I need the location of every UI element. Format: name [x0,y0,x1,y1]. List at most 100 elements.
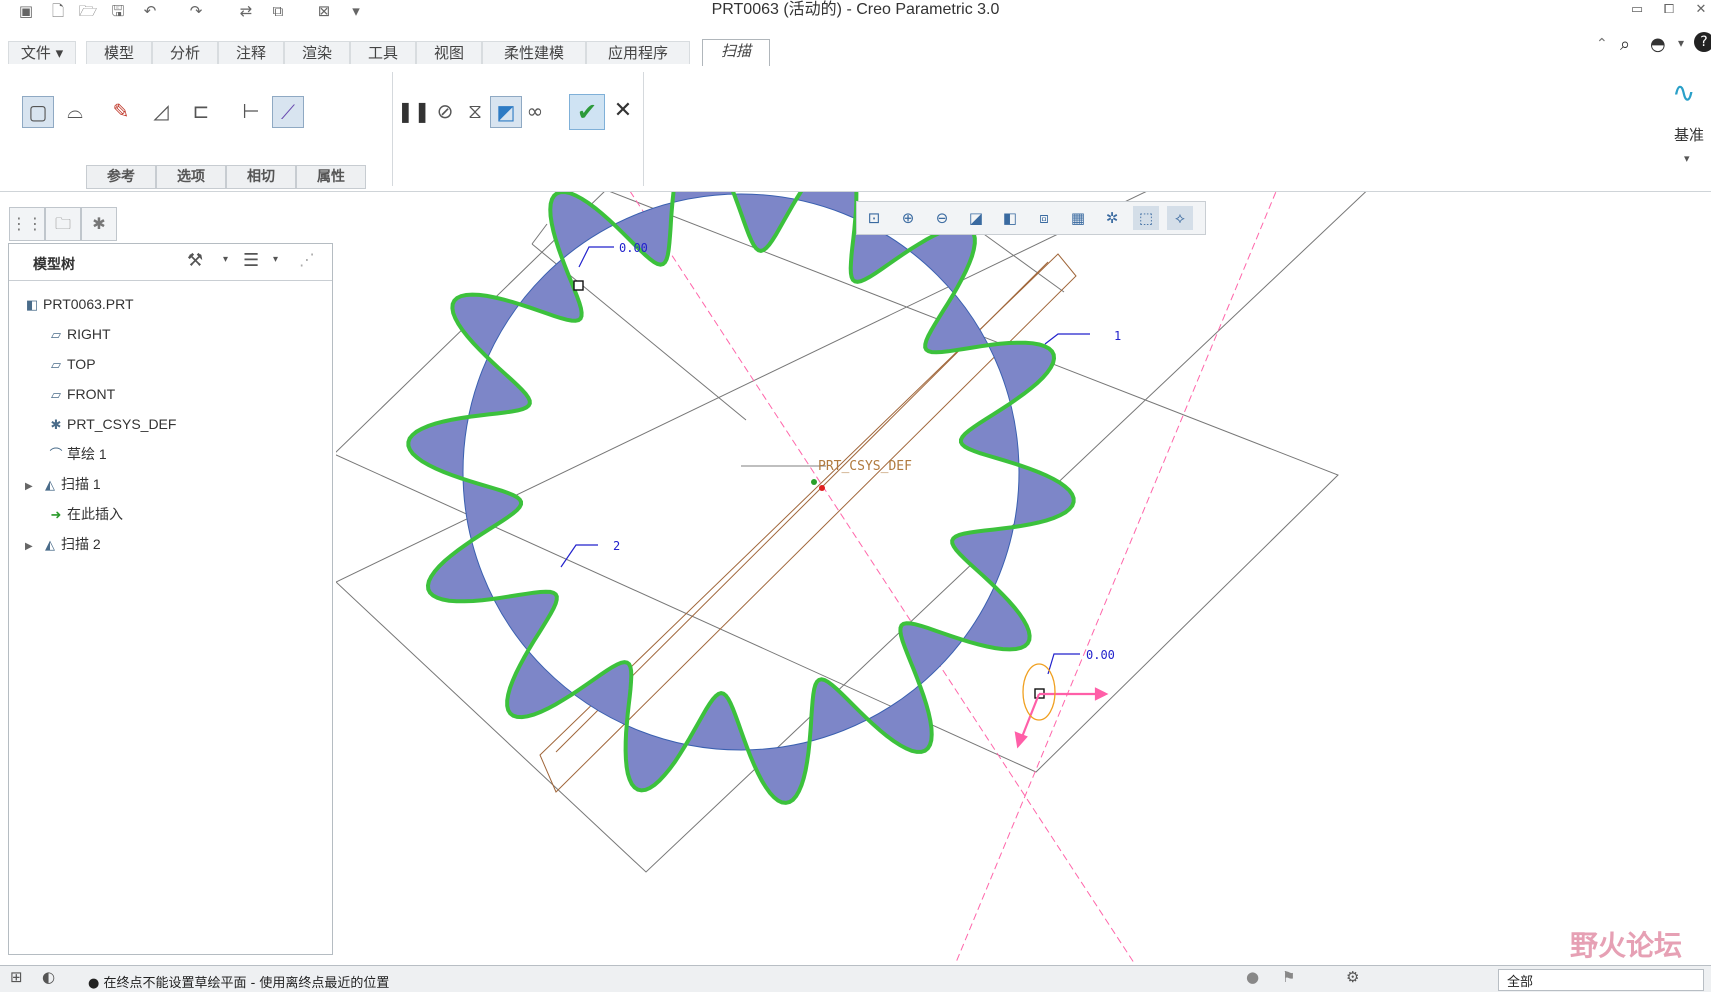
tab-analysis[interactable]: 分析 [152,41,218,64]
datum-planes [333,181,1378,873]
selection-filter[interactable]: 全部 [1498,969,1704,991]
subtab-properties[interactable]: 属性 [296,165,366,189]
community-icon[interactable]: ◓ [1650,34,1666,55]
trajectory-1-label: 1 [1114,329,1121,343]
status-bar: ⊞ ◐ ● 在终点不能设置草绘平面 - 使用离终点最近的位置 ● ⚑ ⚙ 全部 [0,965,1711,992]
show-icon[interactable]: ☰ [243,250,259,271]
remove-material-icon[interactable]: ◿ [146,96,176,126]
preview-geometry-icon[interactable]: ◩ [490,96,522,128]
tab-render[interactable]: 渲染 [284,41,350,64]
browser-icon[interactable]: ◐ [42,968,55,986]
tree-item-sweep-1[interactable]: ▶ ◭ 扫描 1 [25,471,101,497]
tree-item-part[interactable]: ◧ PRT0063.PRT [21,291,134,317]
tree-item-top[interactable]: ▱ TOP [45,351,96,377]
regen-status-icon[interactable]: ⚙ [1346,968,1359,986]
repaint-icon[interactable]: ◪ [963,206,989,230]
flag-icon[interactable]: ⚑ [1282,968,1295,986]
tab-tools[interactable]: 工具 [350,41,416,64]
expand-icon[interactable]: ▶ [25,474,39,500]
tab-sweep[interactable]: 扫描 [702,39,770,67]
tab-applications[interactable]: 应用程序 [586,41,690,64]
datum-display-icon[interactable]: ✲ [1099,206,1125,230]
zoom-out-icon[interactable]: ⊖ [929,206,955,230]
window-title: PRT0063 (活动的) - Creo Parametric 3.0 [711,1,1000,18]
refit-icon[interactable]: ⊡ [861,206,887,230]
model-view[interactable]: PRT_CSYS_DEF 0.00 0.00 1 2 [333,139,1711,973]
tree-item-sketch[interactable]: ⌒ 草绘 1 [45,441,106,467]
graphics-window[interactable]: PRT_CSYS_DEF 0.00 0.00 1 2 [333,139,1711,973]
display-style-icon[interactable]: ◧ [997,206,1023,230]
tree-item-insert-here[interactable]: ➜ 在此插入 [45,501,123,527]
sweep-icon: ◭ [45,537,55,552]
datum-group-label[interactable]: 基准 [1674,124,1704,145]
model-tree-tab[interactable]: ⋮⋮ [9,207,45,241]
csys-marker [741,465,826,491]
variable-section-icon[interactable]: ⟋ [272,96,304,128]
search-icon[interactable]: ⌕ [1620,34,1630,55]
pause-icon[interactable]: ❚❚ [397,96,431,126]
direction-arrows[interactable] [1014,687,1109,749]
help-icon[interactable]: ? [1694,32,1711,52]
saved-orientations-icon[interactable]: ⧈ [1031,206,1057,230]
verify-icon[interactable]: ∞ [520,96,550,126]
no-preview-icon[interactable]: ⊘ [430,96,460,126]
minimize-ribbon-icon[interactable]: ⌃ [1596,36,1608,52]
favorites-tab[interactable]: ✱ [81,207,117,241]
watermark: 野火论坛 [1570,929,1683,962]
subtab-tangency[interactable]: 相切 [226,165,296,189]
datum-menu-icon[interactable]: ▾ [1684,152,1690,165]
expand-icon[interactable]: ▶ [25,534,39,560]
ok-button[interactable]: ✔ [569,94,605,130]
divider [9,280,332,281]
sweep-icon: ◭ [45,477,55,492]
solid-icon[interactable]: ▢ [22,96,54,128]
constant-section-icon[interactable]: ⊢ [236,96,266,126]
settings-menu-icon[interactable]: ▾ [223,254,228,265]
restore-icon[interactable]: ⧠ [1656,0,1682,20]
tree-item-right[interactable]: ▱ RIGHT [45,321,111,347]
zoom-in-icon[interactable]: ⊕ [895,206,921,230]
model-tree-panel: 模型树 ⚒ ▾ ☰ ▾ ⋰ ◧ PRT0063.PRT ▱ RIGHT ▱ TOP ▱… [8,243,333,955]
datum-curve-icon[interactable]: ∿ [1672,76,1695,109]
tab-flexible-modeling[interactable]: 柔性建模 [482,41,586,64]
subtab-references[interactable]: 参考 [86,165,156,189]
preview-icon[interactable]: ⧖ [460,96,490,126]
divider [392,72,393,186]
status-message: ● 在终点不能设置草绘平面 - 使用离终点最近的位置 [88,976,390,991]
tab-file[interactable]: 文件 ▾ [8,41,76,64]
subtab-options[interactable]: 选项 [156,165,226,189]
tab-view[interactable]: 视图 [416,41,482,64]
community-menu-icon[interactable]: ▾ [1678,36,1684,50]
selection-icon[interactable]: ● [1246,968,1259,986]
cancel-button[interactable]: ✕ [612,96,634,126]
tree-item-front[interactable]: ▱ FRONT [45,381,115,407]
title-bar: ▣ 🗋 🗁 🖫 ↶ ↷ ⇄ ⧉ ⊠ ▾ PRT0063 (活动的) - Creo… [0,0,1711,36]
start-point-handle[interactable] [573,280,584,291]
tab-model[interactable]: 模型 [86,41,152,64]
tab-annotate[interactable]: 注释 [218,41,284,64]
ribbon-panel: ▢ ⌓ ✎ ◿ ⊏ ⊢ ⟋ ❚❚ ⊘ ⧖ ◩ ∞ ✔ ✕ 参考 选项 相切 属性… [0,66,1711,192]
divider [643,72,644,186]
view-manager-icon[interactable]: ▦ [1065,206,1091,230]
minimize-icon[interactable]: ▭ [1624,0,1650,20]
show-menu-icon[interactable]: ▾ [273,254,278,265]
layout-icon[interactable]: ⊞ [10,968,23,986]
annotation-display-icon[interactable]: ⬚ [1133,206,1159,230]
folder-browser-tab[interactable]: 🗀 [45,207,81,241]
spin-center-icon[interactable]: ⟡ [1167,206,1193,230]
dimension-start[interactable]: 0.00 [619,241,648,255]
surface-icon[interactable]: ⌓ [60,96,90,126]
tree-item-sweep-2[interactable]: ▶ ◭ 扫描 2 [25,531,101,557]
tree-item-csys[interactable]: ✱ PRT_CSYS_DEF [45,411,177,437]
dimension-end[interactable]: 0.00 [1086,648,1115,662]
sketch-edit-icon[interactable]: ✎ [106,96,136,126]
sweep-feature[interactable] [406,139,1076,805]
datum-plane-icon: ▱ [51,357,61,372]
csys-icon: ✱ [50,417,62,432]
thicken-icon[interactable]: ⊏ [186,96,216,126]
close-icon[interactable]: ✕ [1688,0,1711,20]
settings-icon[interactable]: ⚒ [187,250,203,271]
datum-plane-icon: ▱ [51,387,61,402]
filter-icon[interactable]: ⋰ [299,250,315,269]
selection-filter-value: 全部 [1507,975,1534,990]
